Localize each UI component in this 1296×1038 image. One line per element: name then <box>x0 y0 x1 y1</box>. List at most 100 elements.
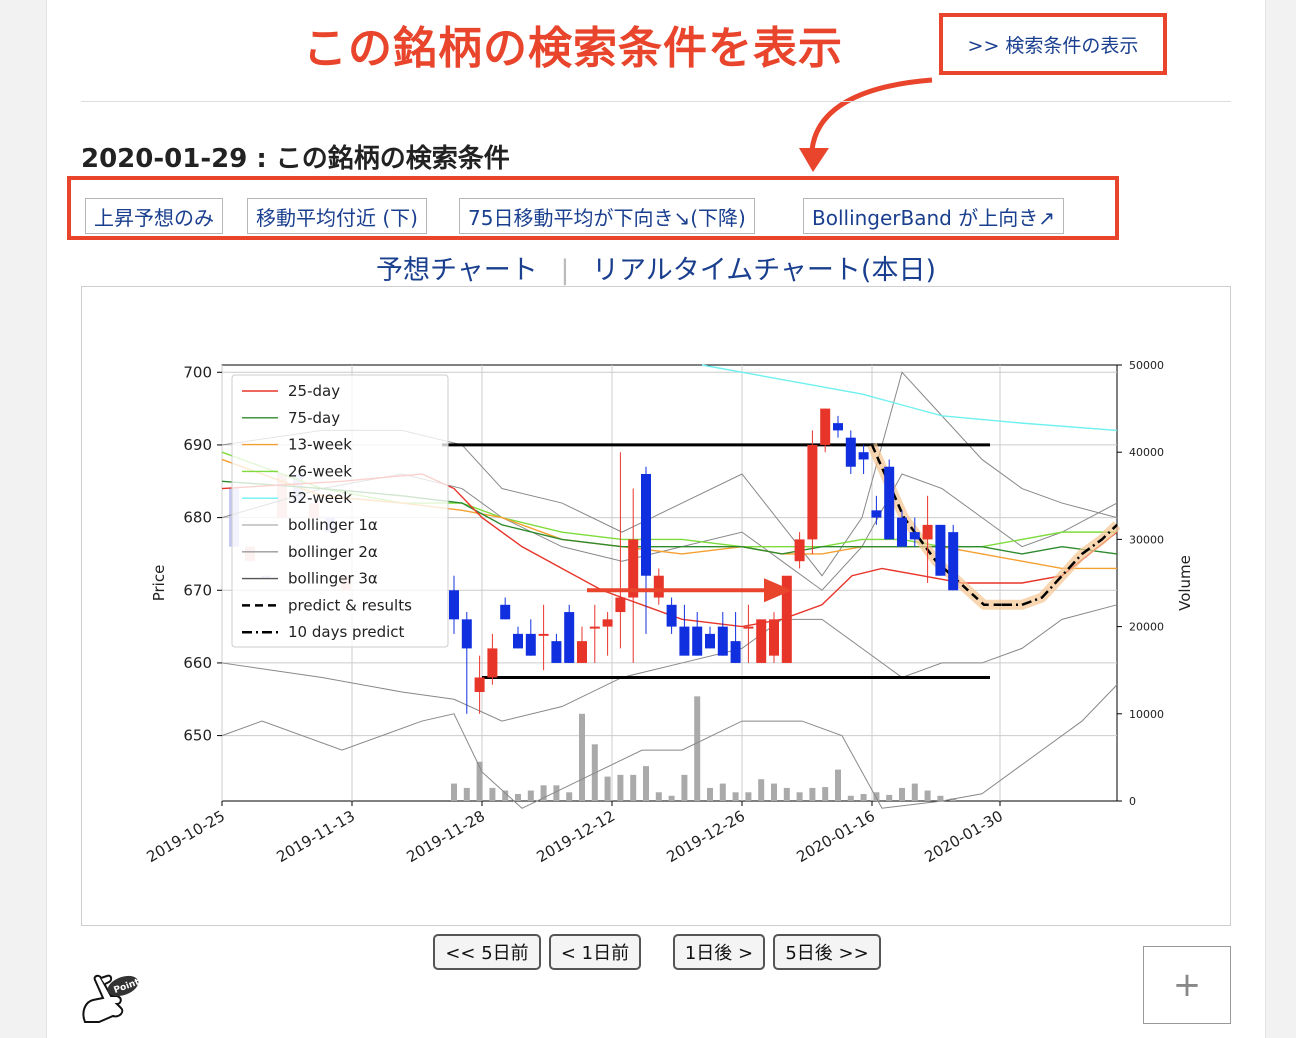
candle-body <box>692 626 703 656</box>
candle-body <box>948 532 959 591</box>
volume-bar <box>835 769 841 801</box>
candle-body <box>564 612 575 663</box>
candle-body <box>807 444 818 540</box>
candle-body <box>922 524 933 540</box>
candle-body <box>538 633 549 636</box>
volume-bar <box>822 787 829 801</box>
candle-body <box>756 619 767 663</box>
volume-bar <box>809 787 816 801</box>
conditions-tags-highlight: 上昇予想のみ 移動平均付近 (下) 75日移動平均が下向き↘(下降) Bolli… <box>67 176 1119 240</box>
expand-button[interactable]: + <box>1143 946 1231 1024</box>
candle-body <box>820 408 831 445</box>
candle-body <box>615 597 626 613</box>
y-tick-label: 680 <box>183 509 212 527</box>
legend-label: 26-week <box>288 462 352 480</box>
realtime-chart-link[interactable]: リアルタイムチャート(本日) <box>592 255 936 286</box>
candle-body <box>743 626 754 629</box>
candle-body <box>513 633 523 649</box>
show-conditions-link[interactable]: >> 検索条件の表示 <box>968 31 1139 58</box>
legend-label: bollinger 3α <box>288 570 378 588</box>
back-5-days-button[interactable]: << 5日前 <box>433 934 541 970</box>
stock-chart: 650 660 670 680 690 700 0 10000 20000 30000 40000 5… <box>143 359 1194 866</box>
volume-bar <box>886 794 893 801</box>
volume-bar <box>655 792 662 801</box>
volume-bar <box>707 787 713 801</box>
volume-bar <box>451 783 457 801</box>
volume-bar <box>694 696 701 801</box>
x-tick-label: 2020-01-30 <box>921 807 1006 866</box>
x-tick-label: 2020-01-16 <box>793 807 878 866</box>
candle-body <box>858 452 869 460</box>
tag-bollinger-upward[interactable]: BollingerBand が上向き↗ <box>803 198 1064 234</box>
volume-bar <box>719 783 726 801</box>
volume-tick-label: 0 <box>1129 795 1136 808</box>
candle-body <box>769 619 779 656</box>
candle-body <box>871 510 882 518</box>
legend-label: 25-day <box>288 382 340 400</box>
volume-bar <box>681 774 688 801</box>
candle-body <box>589 626 600 629</box>
legend-label: predict & results <box>288 596 412 614</box>
y-axis-label: Price <box>150 565 168 602</box>
legend-label: bollinger 1α <box>288 516 378 534</box>
x-tick-label: 2019-10-25 <box>143 807 228 866</box>
candle-body <box>551 641 562 663</box>
candle-body <box>653 575 664 598</box>
volume-bar <box>937 795 944 801</box>
legend-label: 75-day <box>288 409 340 427</box>
candle-body <box>717 626 728 656</box>
candle-body <box>641 474 651 576</box>
volume-tick-label: 50000 <box>1129 359 1164 372</box>
candle-body <box>577 641 587 663</box>
volume-bar <box>668 795 675 801</box>
y-tick-label: 700 <box>183 363 212 381</box>
legend-label: 10 days predict <box>288 623 405 641</box>
volume-bar <box>630 774 637 801</box>
back-1-day-button[interactable]: < 1日前 <box>549 934 641 970</box>
volume-bar <box>502 790 509 801</box>
volume-bar <box>579 713 585 801</box>
candle-body <box>935 524 946 576</box>
volume-bar <box>860 794 867 801</box>
candle-body <box>449 590 459 620</box>
volume-bar <box>489 787 496 801</box>
divider <box>81 101 1231 102</box>
x-tick-label: 2019-11-28 <box>403 807 488 866</box>
volume-bar <box>745 792 752 801</box>
y-tick-label: 670 <box>183 581 212 599</box>
predict-chart-link[interactable]: 予想チャート <box>376 255 538 286</box>
candle-body <box>845 437 856 467</box>
y2-axis-label: Volume <box>1176 555 1194 611</box>
candle-body <box>730 641 741 663</box>
page-container: この銘柄の検索条件を表示 >> 検索条件の表示 2020-01-29 : この銘… <box>46 0 1266 1038</box>
volume-bar <box>617 774 624 801</box>
candle-body <box>602 619 613 627</box>
legend-label: 52-week <box>288 489 352 507</box>
forward-5-days-button[interactable]: 5日後 >> <box>773 934 881 970</box>
volume-tick-label: 20000 <box>1129 621 1164 634</box>
legend-label: bollinger 2α <box>288 543 378 561</box>
volume-bar <box>847 795 854 801</box>
volume-bar <box>924 790 931 801</box>
candle-body <box>705 633 715 649</box>
volume-bar <box>911 783 918 801</box>
candle-body <box>666 604 677 627</box>
volume-bar <box>566 792 573 801</box>
volume-bar <box>463 787 470 801</box>
candle-body <box>897 517 907 547</box>
candle-body <box>794 539 805 562</box>
y-tick-label: 690 <box>183 436 212 454</box>
candle-body <box>474 677 485 692</box>
volume-bar <box>732 792 739 801</box>
tag-near-moving-average[interactable]: 移動平均付近 (下) <box>247 198 427 234</box>
volume-bar <box>771 783 777 801</box>
x-tick-label: 2019-12-12 <box>533 807 618 866</box>
volume-tick-label: 10000 <box>1129 708 1164 721</box>
volume-bar <box>515 794 521 801</box>
tag-rise-only[interactable]: 上昇予想のみ <box>85 198 223 234</box>
forward-1-day-button[interactable]: 1日後 > <box>673 934 765 970</box>
tag-75day-downward[interactable]: 75日移動平均が下向き↘(下降) <box>459 198 755 234</box>
volume-bar <box>604 776 611 801</box>
volume-tick-label: 30000 <box>1129 533 1164 546</box>
link-separator: | <box>560 255 570 286</box>
